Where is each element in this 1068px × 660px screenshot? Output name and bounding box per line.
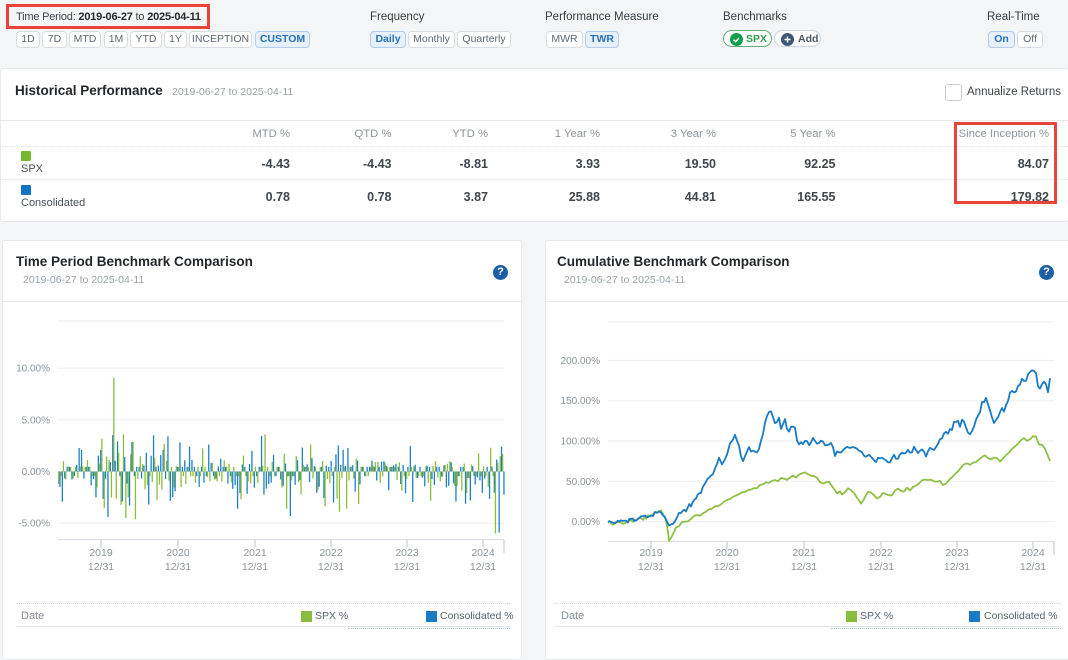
svg-text:2022: 2022 [319,547,343,559]
svg-text:2020: 2020 [166,547,190,559]
svg-text:12/31: 12/31 [944,561,970,573]
svg-text:2024: 2024 [471,547,495,559]
svg-text:0.00%: 0.00% [572,517,600,528]
svg-text:2019: 2019 [89,547,113,559]
svg-text:12/31: 12/31 [791,561,817,573]
svg-text:2023: 2023 [395,547,419,559]
svg-text:-5.00%: -5.00% [18,519,50,530]
svg-text:2019: 2019 [639,547,663,559]
svg-text:12/31: 12/31 [470,561,496,573]
svg-text:12/31: 12/31 [714,561,740,573]
svg-text:12/31: 12/31 [394,561,420,573]
svg-text:2021: 2021 [792,547,816,559]
svg-text:200.00%: 200.00% [561,356,601,367]
svg-text:2020: 2020 [715,547,739,559]
svg-text:12/31: 12/31 [1020,561,1046,573]
svg-text:12/31: 12/31 [868,561,894,573]
svg-text:100.00%: 100.00% [561,437,601,448]
svg-text:5.00%: 5.00% [22,415,50,426]
svg-text:2022: 2022 [869,547,893,559]
svg-text:2024: 2024 [1021,547,1045,559]
svg-text:12/31: 12/31 [88,561,114,573]
svg-text:2023: 2023 [945,547,969,559]
svg-text:150.00%: 150.00% [561,396,601,407]
svg-text:12/31: 12/31 [242,561,268,573]
svg-text:10.00%: 10.00% [16,364,50,375]
svg-text:12/31: 12/31 [165,561,191,573]
svg-text:2021: 2021 [243,547,267,559]
svg-text:0.00%: 0.00% [22,467,50,478]
svg-text:12/31: 12/31 [638,561,664,573]
svg-text:12/31: 12/31 [318,561,344,573]
svg-text:50.00%: 50.00% [566,477,600,488]
